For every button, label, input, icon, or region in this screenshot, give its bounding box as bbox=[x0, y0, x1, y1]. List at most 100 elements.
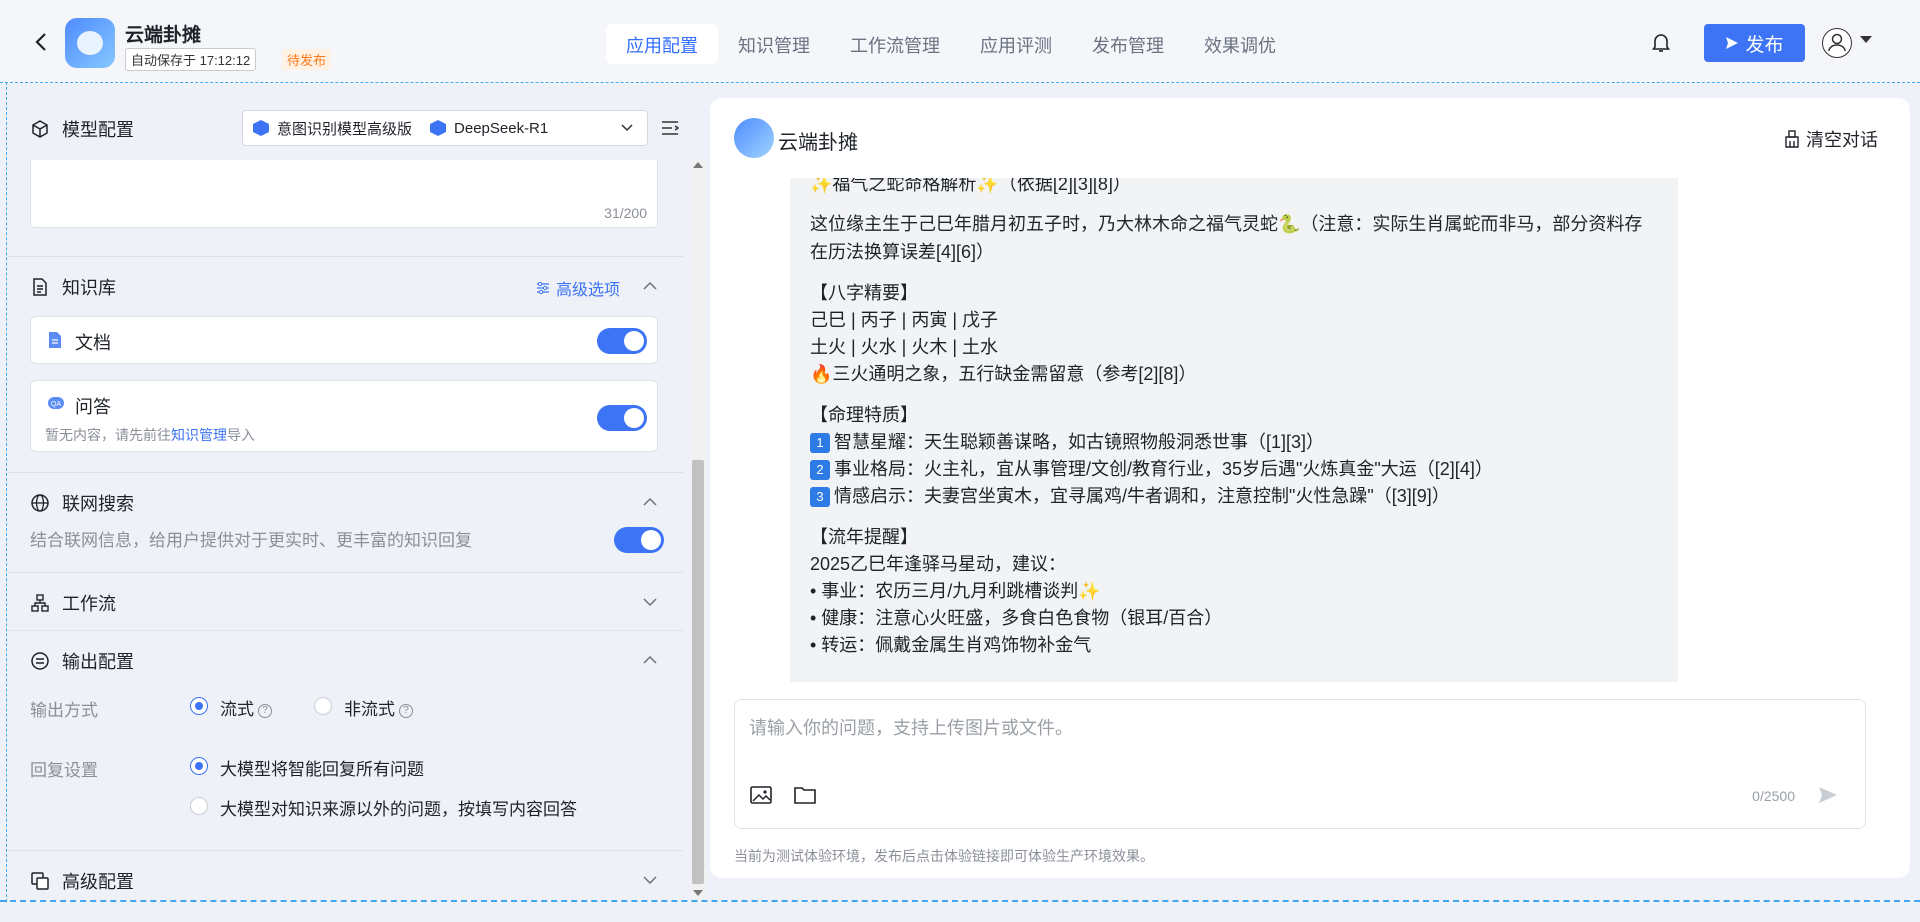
reply-setting-label: 回复设置 bbox=[30, 761, 98, 780]
top-nav: 应用配置 知识管理 工作流管理 应用评测 发布管理 效果调优 bbox=[606, 24, 1296, 64]
advanced-options-link[interactable]: 高级选项 bbox=[536, 276, 620, 300]
help-icon[interactable]: ? bbox=[258, 703, 272, 718]
workflow-icon bbox=[31, 594, 49, 612]
qa-hint-suffix: 导入 bbox=[227, 427, 255, 443]
folder-icon[interactable] bbox=[793, 784, 817, 806]
scroll-up-arrow[interactable] bbox=[693, 162, 703, 168]
scroll-down-arrow[interactable] bbox=[693, 890, 703, 896]
sliders-icon bbox=[537, 281, 549, 295]
qa-toggle[interactable] bbox=[597, 405, 647, 431]
trait-text: 智慧星耀：天生聪颖善谋略，如古镜照物般洞悉世事（[1][3]） bbox=[834, 432, 1325, 452]
input-char-counter: 0/2500 bbox=[1752, 788, 1795, 804]
bazi-line: 土火 | 火水 | 火木 | 土水 bbox=[810, 337, 999, 357]
tab-tuning[interactable]: 效果调优 bbox=[1184, 24, 1296, 64]
prompt-textarea[interactable]: 31/200 bbox=[30, 160, 658, 228]
bot-name: 云端卦摊 bbox=[778, 132, 858, 154]
year-title: 【流年提醒】 bbox=[810, 527, 918, 547]
tab-evaluation[interactable]: 应用评测 bbox=[960, 24, 1072, 64]
advanced-title: 高级配置 bbox=[62, 872, 134, 892]
model-config-title: 模型配置 bbox=[62, 120, 134, 140]
chat-input[interactable] bbox=[749, 718, 1749, 739]
doc-file-icon bbox=[49, 332, 61, 348]
year-line: • 事业：农历三月/九月利跳槽谈判✨ bbox=[810, 581, 1101, 601]
year-line: • 健康：注意心火旺盛，多食白色食物（银耳/百合） bbox=[810, 608, 1223, 628]
trait-text: 事业格局：火主礼，宜从事管理/文创/教育行业，35岁后遇"火炼真金"大运（[2]… bbox=[834, 459, 1493, 479]
divider bbox=[8, 256, 684, 257]
image-upload-icon[interactable] bbox=[749, 784, 773, 806]
dashed-guide-left bbox=[6, 82, 7, 902]
chevron-down-icon[interactable] bbox=[1860, 36, 1872, 43]
tab-app-config[interactable]: 应用配置 bbox=[606, 24, 718, 64]
document-icon bbox=[33, 278, 47, 296]
number-badge: 3 bbox=[810, 487, 830, 508]
radio-reply-custom[interactable] bbox=[190, 797, 208, 815]
divider bbox=[8, 572, 684, 573]
radio-stream[interactable] bbox=[190, 697, 208, 715]
app-name: 云端卦摊 bbox=[125, 25, 202, 46]
radio-nonstream[interactable] bbox=[314, 697, 332, 715]
year-line: • 转运：佩戴金属生肖鸡饰物补金气 bbox=[810, 635, 1092, 655]
qa-icon: QA bbox=[48, 397, 64, 409]
qa-hint: 暂无内容，请先前往知识管理导入 bbox=[45, 425, 255, 445]
tab-knowledge[interactable]: 知识管理 bbox=[718, 24, 830, 64]
autosave-status: 自动保存于 17:12:12 bbox=[125, 48, 257, 71]
section-knowledge: 知识库 bbox=[30, 274, 116, 300]
bot-avatar bbox=[734, 118, 774, 158]
chevron-down-icon[interactable] bbox=[640, 592, 660, 612]
doc-toggle[interactable] bbox=[597, 328, 647, 354]
divider bbox=[8, 472, 684, 473]
traits-title: 【命理特质】 bbox=[810, 405, 918, 425]
model-cube-icon bbox=[430, 120, 447, 136]
collapse-panel-icon[interactable] bbox=[660, 118, 680, 138]
stream-option: 流式? bbox=[220, 695, 272, 720]
divider bbox=[8, 850, 684, 851]
publish-button[interactable]: 发布 bbox=[1704, 24, 1805, 62]
scrollbar-thumb[interactable] bbox=[692, 460, 704, 884]
web-search-toggle[interactable] bbox=[614, 527, 664, 553]
help-icon[interactable]: ? bbox=[399, 703, 413, 718]
tab-workflow[interactable]: 工作流管理 bbox=[830, 24, 960, 64]
bazi-line: 己巳 | 丙子 | 丙寅 | 戊子 bbox=[810, 310, 999, 330]
trait-text: 情感启示：夫妻宫坐寅木，宜寻属鸡/牛者调和，注意控制"火性急躁"（[3][9]） bbox=[834, 486, 1450, 506]
section-advanced: 高级配置 bbox=[30, 868, 134, 894]
chevron-up-icon[interactable] bbox=[640, 650, 660, 670]
model-select[interactable]: 意图识别模型高级版 DeepSeek-R1 bbox=[242, 110, 648, 146]
kb-qa-label: 问答 bbox=[75, 397, 111, 417]
output-mode-label: 输出方式 bbox=[30, 701, 98, 720]
output-title: 输出配置 bbox=[62, 652, 134, 672]
knowledge-manage-link[interactable]: 知识管理 bbox=[171, 427, 227, 443]
back-arrow-icon[interactable] bbox=[30, 30, 54, 54]
dashed-guide-top bbox=[0, 82, 1920, 83]
section-model-config: 模型配置 bbox=[30, 116, 134, 142]
reply-option-2: 大模型对知识来源以外的问题，按填写内容回答 bbox=[220, 800, 577, 819]
send-icon[interactable] bbox=[1817, 784, 1839, 806]
stream-label: 流式 bbox=[220, 700, 254, 719]
qa-hint-prefix: 暂无内容，请先前往 bbox=[45, 427, 171, 443]
divider bbox=[8, 630, 684, 631]
trait-item: 1 智慧星耀：天生聪颖善谋略，如古镜照物般洞悉世事（[1][3]） bbox=[810, 429, 1658, 456]
message-intro: 这位缘主生于己巳年腊月初五子时，乃大林木命之福气灵蛇🐍（注意：实际生肖属蛇而非马… bbox=[810, 214, 1643, 262]
clear-chat-button[interactable]: 清空对话 bbox=[1784, 126, 1878, 152]
section-workflow: 工作流 bbox=[30, 590, 116, 616]
chat-input-box: 0/2500 bbox=[734, 699, 1866, 829]
web-search-title: 联网搜索 bbox=[62, 494, 134, 514]
kb-doc-label: 文档 bbox=[75, 333, 111, 353]
traits-block: 【命理特质】 1 智慧星耀：天生聪颖善谋略，如古镜照物般洞悉世事（[1][3]） … bbox=[810, 402, 1658, 510]
intent-model-label: 意图识别模型高级版 bbox=[277, 120, 413, 138]
avatar[interactable] bbox=[1822, 28, 1852, 58]
cube-icon bbox=[32, 120, 48, 138]
nonstream-label: 非流式 bbox=[344, 700, 395, 719]
chevron-up-icon[interactable] bbox=[640, 492, 660, 512]
prompt-char-counter: 31/200 bbox=[604, 205, 647, 221]
bell-icon[interactable] bbox=[1651, 33, 1671, 53]
globe-icon bbox=[31, 494, 49, 512]
bazi-block: 【八字精要】 己巳 | 丙子 | 丙寅 | 戊子 土火 | 火水 | 火木 | … bbox=[810, 280, 1658, 388]
radio-reply-all[interactable] bbox=[190, 757, 208, 775]
chevron-down-icon[interactable] bbox=[640, 870, 660, 890]
model-cube-icon bbox=[253, 120, 269, 136]
number-badge: 1 bbox=[810, 433, 830, 454]
tab-publish[interactable]: 发布管理 bbox=[1072, 24, 1184, 64]
chevron-up-icon[interactable] bbox=[640, 276, 660, 296]
environment-footnote: 当前为测试体验环境，发布后点击体验链接即可体验生产环境效果。 bbox=[734, 848, 1154, 864]
kb-qa-card: QA 问答 暂无内容，请先前往知识管理导入 bbox=[30, 380, 658, 452]
